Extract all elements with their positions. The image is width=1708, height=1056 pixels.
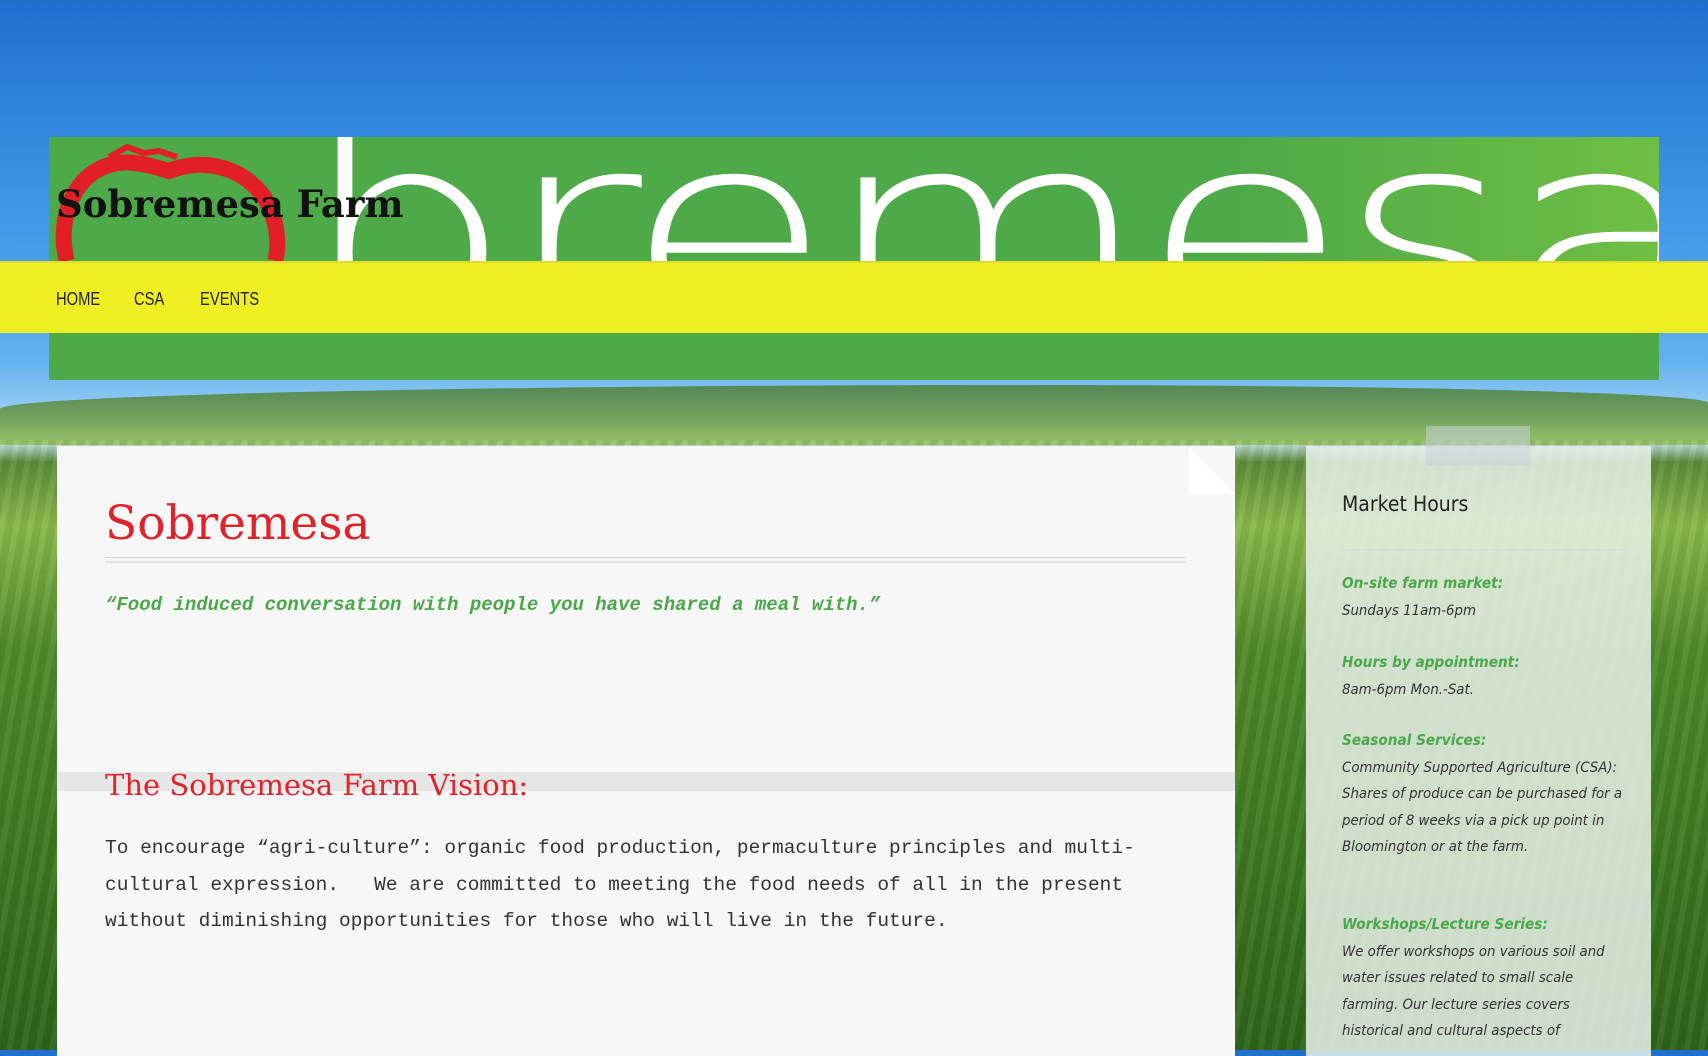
- sidebar-label: Seasonal Services:: [1342, 731, 1487, 749]
- title-divider: [105, 557, 1185, 563]
- header-banner: bremesa: [49, 137, 1659, 380]
- sidebar-title: Market Hours: [1342, 492, 1469, 516]
- nav-item-events[interactable]: EVENTS: [200, 289, 259, 310]
- banner-word: bremesa: [299, 137, 1659, 261]
- page-title: Sobremesa: [105, 496, 371, 551]
- sidebar-tab: [1426, 426, 1530, 466]
- tagline-quote: “Food induced conversation with people y…: [105, 594, 881, 616]
- sidebar-divider: [1342, 549, 1627, 550]
- sidebar-text: Community Supported Agriculture (CSA): S…: [1342, 760, 1623, 855]
- sidebar-text: Sundays 11am-6pm: [1342, 603, 1477, 619]
- banner-wordmark: bremesa: [279, 137, 1659, 261]
- sidebar-block-onsite-market: On-site farm market: Sundays 11am-6pm: [1342, 574, 1622, 624]
- sidebar-text: 8am-6pm Mon.-Sat.: [1342, 682, 1474, 698]
- sidebar-market-hours: Market Hours On-site farm market: Sunday…: [1306, 426, 1651, 1056]
- sidebar-label: Workshops/Lecture Series:: [1342, 915, 1548, 933]
- sidebar-label: Hours by appointment:: [1342, 653, 1520, 671]
- vision-paragraph: To encourage “agri-culture”: organic foo…: [105, 837, 1135, 932]
- sidebar-label: On-site farm market:: [1342, 574, 1504, 592]
- sidebar-block-appointment: Hours by appointment: 8am-6pm Mon.-Sat.: [1342, 653, 1622, 703]
- vision-heading: The Sobremesa Farm Vision:: [105, 768, 529, 802]
- sidebar-block-seasonal-services: Seasonal Services: Community Supported A…: [1342, 731, 1622, 860]
- page-fold-corner: [1189, 446, 1235, 494]
- content-card: Sobremesa “Food induced conversation wit…: [57, 446, 1235, 1056]
- nav-item-home[interactable]: HOME: [56, 289, 100, 310]
- sidebar-text: We offer workshops on various soil and w…: [1342, 944, 1605, 1039]
- nav-item-csa[interactable]: CSA: [134, 289, 164, 310]
- site-title[interactable]: Sobremesa Farm: [56, 182, 404, 226]
- sidebar-block-workshops: Workshops/Lecture Series: We offer works…: [1342, 915, 1622, 1044]
- main-navigation: HOME CSA EVENTS: [0, 261, 1708, 333]
